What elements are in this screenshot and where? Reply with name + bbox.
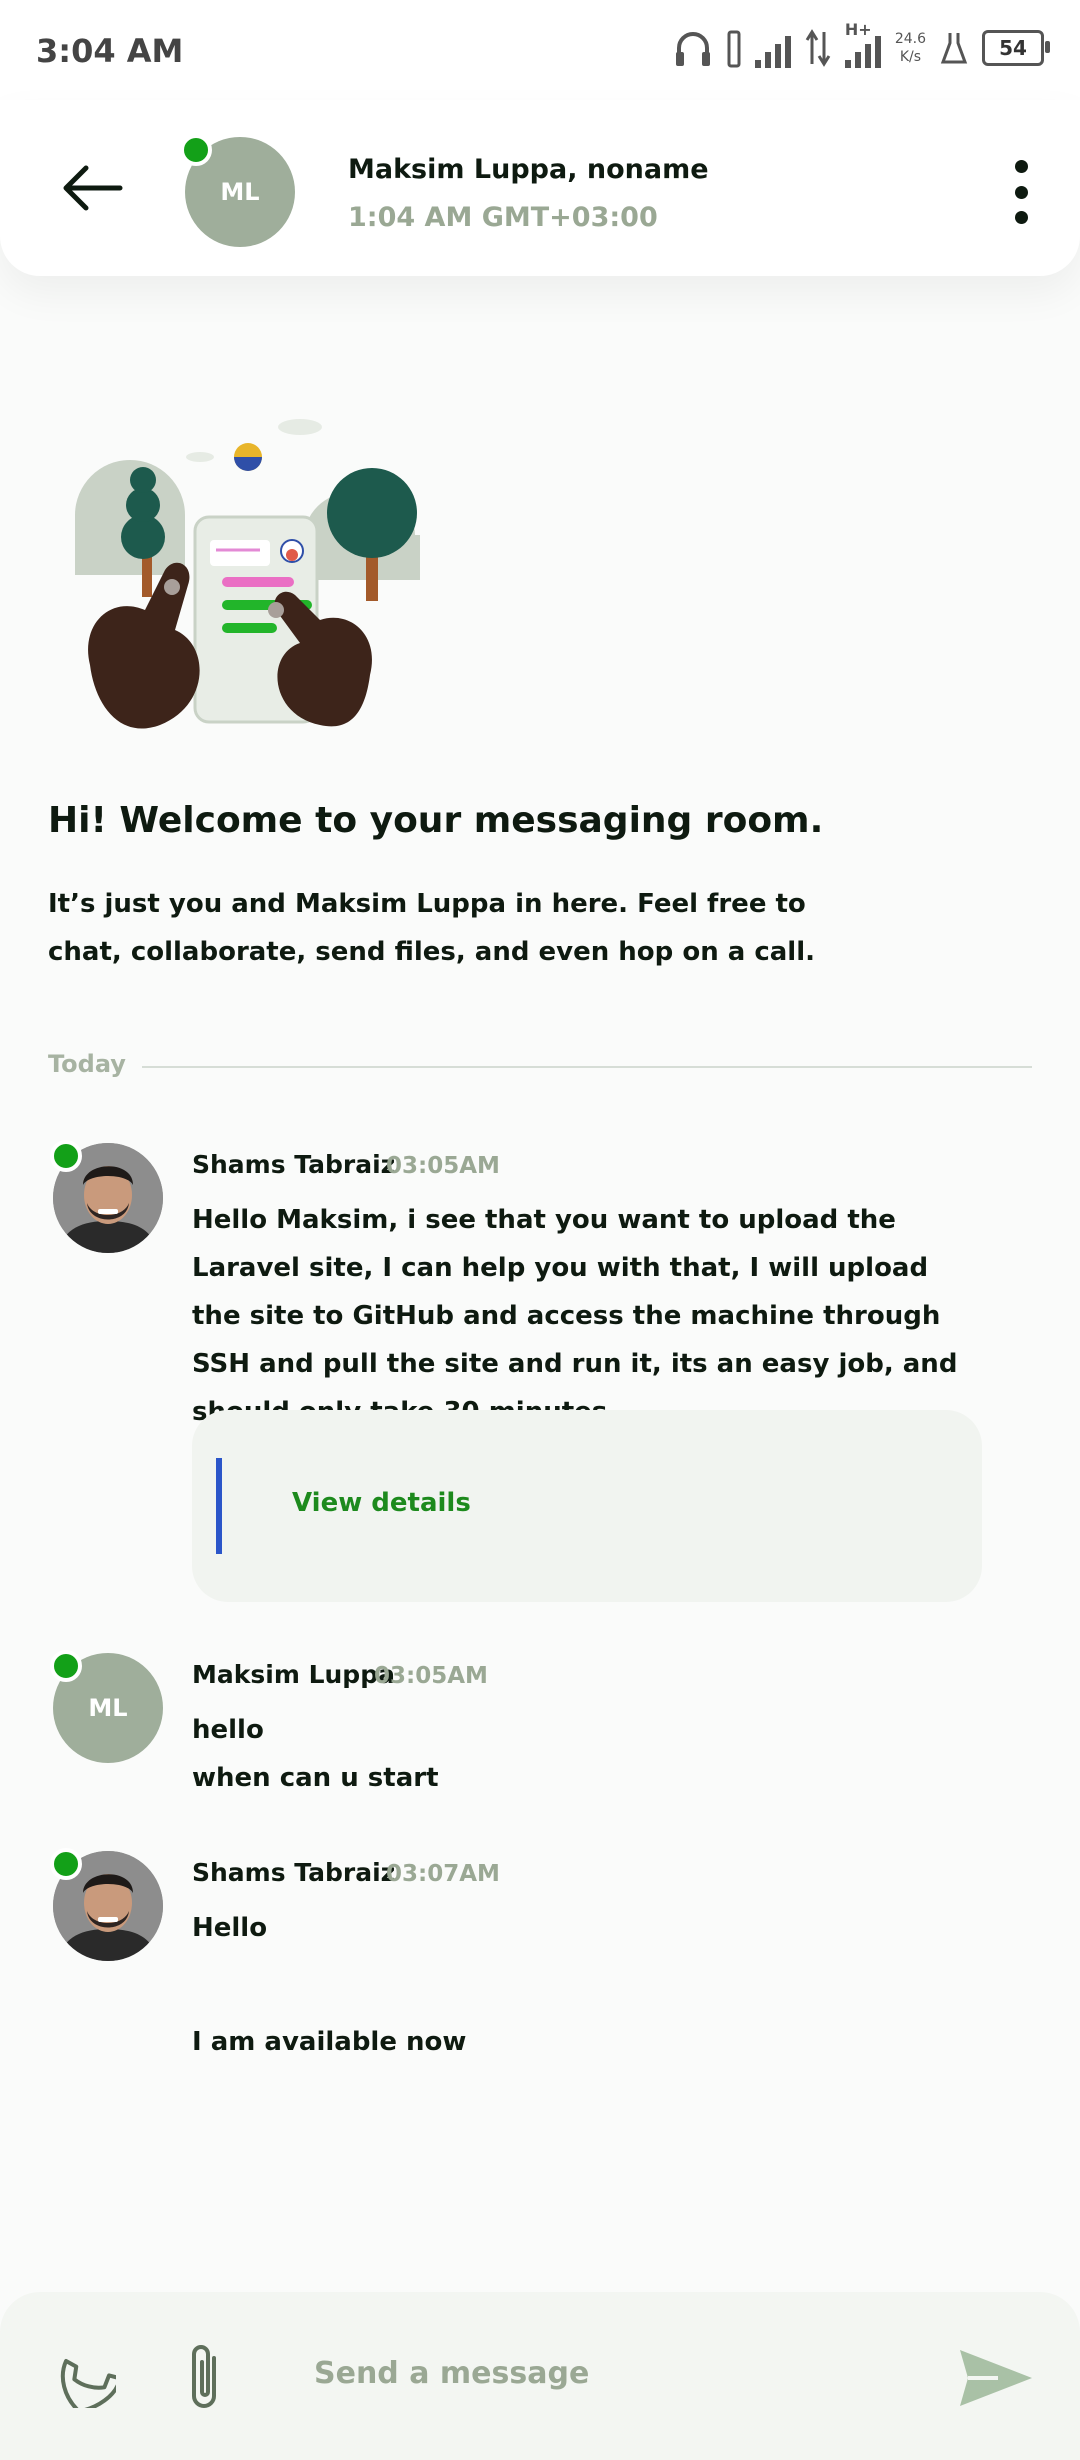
- date-divider-label: Today: [48, 1050, 126, 1078]
- message-sender: Shams Tabraiz: [192, 1858, 396, 1887]
- avatar-initials: ML: [220, 178, 260, 206]
- chat-title: Maksim Luppa, noname: [348, 154, 709, 185]
- view-details-link[interactable]: View details: [292, 1488, 471, 1518]
- status-icons: H+ 24.6 K/s 54: [673, 20, 1050, 68]
- message-text: when can u start: [192, 1763, 439, 1793]
- status-time: 3:04 AM: [36, 32, 184, 70]
- message-time: 03:05AM: [374, 1663, 488, 1689]
- signal-icon: [754, 28, 791, 68]
- send-icon[interactable]: [958, 2346, 1034, 2410]
- message-text: hello: [192, 1715, 264, 1745]
- online-indicator: [50, 1848, 82, 1880]
- online-indicator: [50, 1650, 82, 1682]
- net-speed-value: 24.6: [894, 31, 926, 47]
- online-indicator: [180, 134, 212, 166]
- message-time: 03:07AM: [386, 1861, 500, 1887]
- message-sender: Maksim Luppa: [192, 1660, 395, 1689]
- welcome-text: It’s just you and Maksim Luppa in here. …: [48, 889, 816, 967]
- quote-bar: [216, 1458, 222, 1554]
- network-type: H+: [844, 20, 872, 39]
- message-text: Hello: [192, 1913, 268, 1943]
- net-speed: 24.6 K/s: [895, 30, 926, 66]
- battery-level: 54: [999, 36, 1027, 60]
- welcome-illustration: [75, 419, 420, 729]
- arrow-left-icon[interactable]: [60, 156, 124, 220]
- phone-icon[interactable]: [52, 2344, 116, 2408]
- kebab-menu-icon[interactable]: [1014, 160, 1028, 224]
- message-sender: Shams Tabraiz: [192, 1150, 396, 1179]
- message-attachment-card: View details: [192, 1410, 982, 1602]
- avatar-initials: ML: [88, 1694, 128, 1722]
- battery-saver-icon: [727, 30, 741, 68]
- message-input[interactable]: [312, 2342, 876, 2404]
- chat-header: ML Maksim Luppa, noname 1:04 AM GMT+03:0…: [0, 100, 1080, 276]
- battery-icon: 54: [982, 30, 1050, 66]
- date-divider-line: [142, 1066, 1032, 1068]
- message-text: Hello Maksim, i see that you want to upl…: [192, 1205, 958, 1427]
- message-composer: [0, 2292, 1080, 2460]
- flask-icon: [940, 33, 968, 64]
- message-text: I am available now: [192, 2027, 467, 2057]
- message-time: 03:05AM: [386, 1153, 500, 1179]
- status-bar: 3:04 AM H+ 24.6 K/s 54: [0, 0, 1080, 100]
- online-indicator: [50, 1140, 82, 1172]
- welcome-title: Hi! Welcome to your messaging room.: [48, 800, 824, 841]
- data-transfer-icon: [805, 29, 831, 67]
- headphones-icon: [675, 32, 710, 66]
- net-speed-unit: K/s: [899, 49, 922, 65]
- chat-local-time: 1:04 AM GMT+03:00: [348, 202, 658, 233]
- signal-hplus: H+: [844, 20, 881, 68]
- paperclip-icon[interactable]: [178, 2340, 232, 2414]
